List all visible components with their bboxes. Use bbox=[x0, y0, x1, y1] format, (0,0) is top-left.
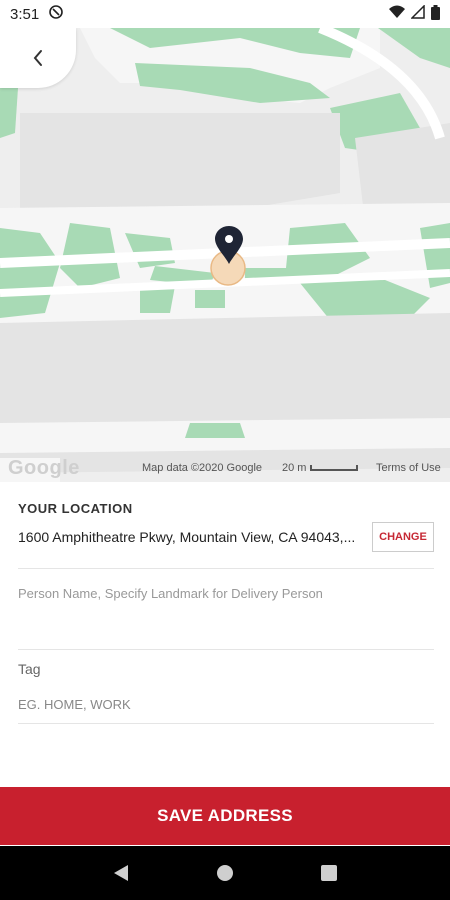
recents-nav-icon[interactable] bbox=[320, 865, 337, 881]
scale-bar bbox=[310, 465, 359, 471]
map-data-label: Map data ©2020 Google bbox=[142, 462, 263, 474]
map-footer: Google Map data ©2020 Google 20 m Terms … bbox=[0, 456, 450, 480]
change-button[interactable]: CHANGE bbox=[372, 522, 434, 552]
divider bbox=[18, 649, 434, 650]
navigation-bar bbox=[0, 846, 450, 900]
map-pin-icon bbox=[215, 226, 243, 264]
home-nav-icon[interactable] bbox=[216, 864, 234, 882]
landmark-input[interactable]: Person Name, Specify Landmark for Delive… bbox=[18, 586, 434, 601]
scale-label: 20 m bbox=[282, 462, 307, 474]
tag-input[interactable]: EG. HOME, WORK bbox=[18, 697, 131, 712]
status-time: 3:51 bbox=[10, 5, 40, 23]
signal-icon bbox=[410, 4, 425, 23]
divider bbox=[18, 723, 434, 724]
map-view[interactable] bbox=[0, 28, 450, 482]
tag-label: Tag bbox=[18, 661, 41, 677]
map-scale: 20 m bbox=[282, 462, 359, 474]
your-location-title: YOUR LOCATION bbox=[18, 501, 133, 516]
address-text: 1600 Amphitheatre Pkwy, Mountain View, C… bbox=[18, 529, 356, 545]
wifi-icon bbox=[389, 5, 405, 23]
chevron-left-icon bbox=[33, 50, 42, 66]
terms-of-use-link[interactable]: Terms of Use bbox=[376, 462, 441, 474]
divider bbox=[18, 568, 434, 569]
address-row: 1600 Amphitheatre Pkwy, Mountain View, C… bbox=[18, 522, 434, 552]
battery-icon bbox=[431, 4, 440, 24]
save-address-button[interactable]: SAVE ADDRESS bbox=[0, 787, 450, 845]
back-nav-icon[interactable] bbox=[113, 864, 129, 882]
google-logo: Google bbox=[8, 456, 80, 479]
notification-icon bbox=[49, 5, 64, 23]
status-bar: 3:51 bbox=[0, 0, 450, 28]
